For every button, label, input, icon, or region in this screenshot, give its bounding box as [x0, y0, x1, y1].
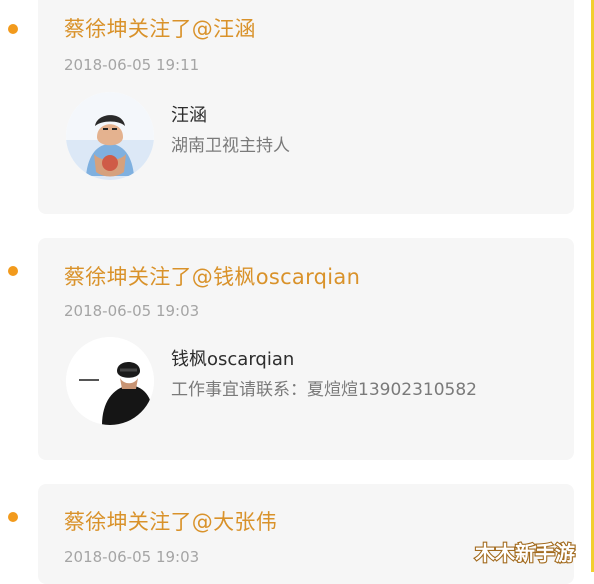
user-description: 工作事宜请联系：夏煊煊13902310582 — [171, 380, 477, 400]
follow-event-card[interactable]: 蔡徐坤关注了@汪涵 2018-06-05 19:11 汪涵 湖南卫视主持人 — [38, 0, 574, 214]
follow-event-card[interactable]: 蔡徐坤关注了@钱枫oscarqian 2018-06-05 19:03 钱枫os… — [38, 238, 574, 460]
timeline-dot — [8, 24, 18, 34]
timeline-dot — [8, 512, 18, 522]
follow-event-card[interactable]: 蔡徐坤关注了@大张伟 2018-06-05 19:03 — [38, 484, 574, 584]
avatar[interactable] — [66, 92, 154, 180]
watermark-text: 木木新手游 — [474, 541, 575, 565]
user-description: 湖南卫视主持人 — [171, 136, 290, 156]
event-title: 蔡徐坤关注了@汪涵 — [64, 17, 256, 41]
avatar[interactable] — [66, 337, 154, 425]
user-name[interactable]: 汪涵 — [171, 101, 207, 127]
watermark-logo: 木木新手游 — [472, 538, 578, 568]
event-timestamp: 2018-06-05 19:03 — [64, 548, 200, 566]
event-title: 蔡徐坤关注了@大张伟 — [64, 510, 277, 534]
user-name[interactable]: 钱枫oscarqian — [171, 345, 294, 371]
event-title: 蔡徐坤关注了@钱枫oscarqian — [64, 265, 361, 289]
event-timestamp: 2018-06-05 19:11 — [64, 56, 200, 74]
event-timestamp: 2018-06-05 19:03 — [64, 302, 200, 320]
timeline-dot — [8, 266, 18, 276]
follow-activity-feed: 蔡徐坤关注了@汪涵 2018-06-05 19:11 汪涵 湖南卫视主持人 蔡徐… — [0, 0, 591, 584]
